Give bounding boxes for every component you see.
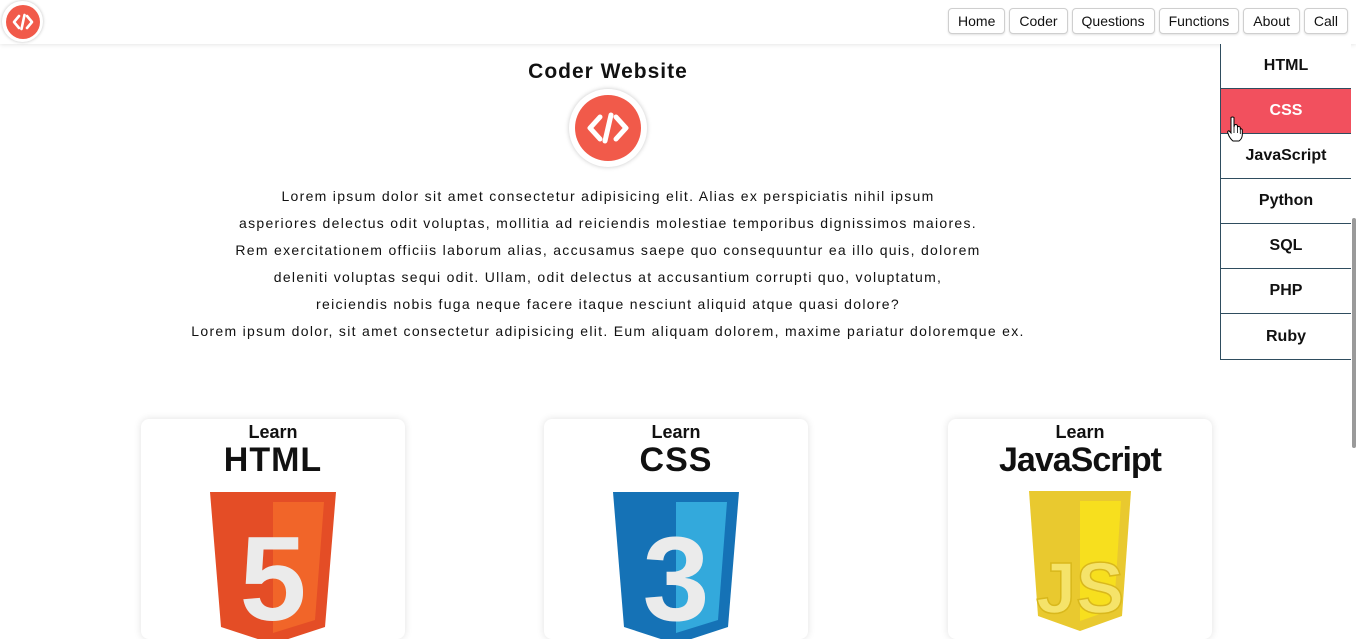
card-shield-number: 3 [643,512,710,639]
page-scrollbar[interactable] [1352,218,1356,448]
css3-shield-icon: 3 [613,492,739,639]
intro-line: reiciendis nobis fuga neque facere itaqu… [316,296,900,312]
card-learn-label: Learn [651,422,701,442]
nav-home-button[interactable]: Home [948,8,1006,34]
nav-coder-button[interactable]: Coder [1009,8,1068,34]
learn-css-card[interactable]: Learn CSS 3 [544,419,808,639]
card-tech-name: HTML [223,441,323,479]
site-logo[interactable] [2,1,43,42]
intro-line: deleniti voluptas sequi odit. Ullam, odi… [273,269,943,285]
card-shield-number: 5 [240,512,307,639]
language-side-menu: HTML CSS JavaScript Python SQL PHP Ruby [1220,44,1351,360]
card-tech-name: JavaScript [999,441,1162,479]
intro-line: asperiores delectus odit voluptas, molli… [239,215,977,231]
side-menu-item-sql[interactable]: SQL [1221,224,1351,269]
card-learn-label: Learn [248,422,298,442]
intro-paragraph: Lorem ipsum dolor sit amet consectetur a… [0,183,1216,345]
side-menu-item-html[interactable]: HTML [1221,44,1351,89]
js-shield-icon: JS [1029,491,1131,631]
nav-call-button[interactable]: Call [1303,8,1348,34]
code-brackets-icon [5,4,40,39]
side-menu-item-python[interactable]: Python [1221,179,1351,224]
hand-pointer-icon [1227,116,1243,147]
side-menu-item-php[interactable]: PHP [1221,269,1351,314]
intro-line: Lorem ipsum dolor, sit amet consectetur … [191,323,1025,339]
nav-about-button[interactable]: About [1243,8,1300,34]
nav-questions-button[interactable]: Questions [1071,8,1155,34]
card-shield-number: JS [1036,549,1124,629]
html5-shield-icon: 5 [210,492,336,639]
intro-line: Lorem ipsum dolor sit amet consectetur a… [281,188,935,204]
intro-line: Rem exercitationem officiis laborum alia… [235,242,981,258]
main-nav: Home Coder Questions Functions About Cal… [948,8,1348,34]
side-menu-item-ruby[interactable]: Ruby [1221,314,1351,359]
code-brackets-icon [575,95,641,161]
learn-html-card[interactable]: Learn HTML 5 [141,419,405,639]
learn-javascript-card[interactable]: Learn JavaScript JS [948,419,1212,639]
top-navbar: Home Coder Questions Functions About Cal… [0,0,1356,44]
card-tech-name: CSS [639,441,713,479]
hero-logo [569,89,647,167]
page-title: Coder Website [528,60,688,83]
nav-functions-button[interactable]: Functions [1158,8,1240,34]
hero-section: Coder Website Lorem ipsum dolor sit amet… [0,58,1216,345]
card-learn-label: Learn [1055,422,1105,442]
